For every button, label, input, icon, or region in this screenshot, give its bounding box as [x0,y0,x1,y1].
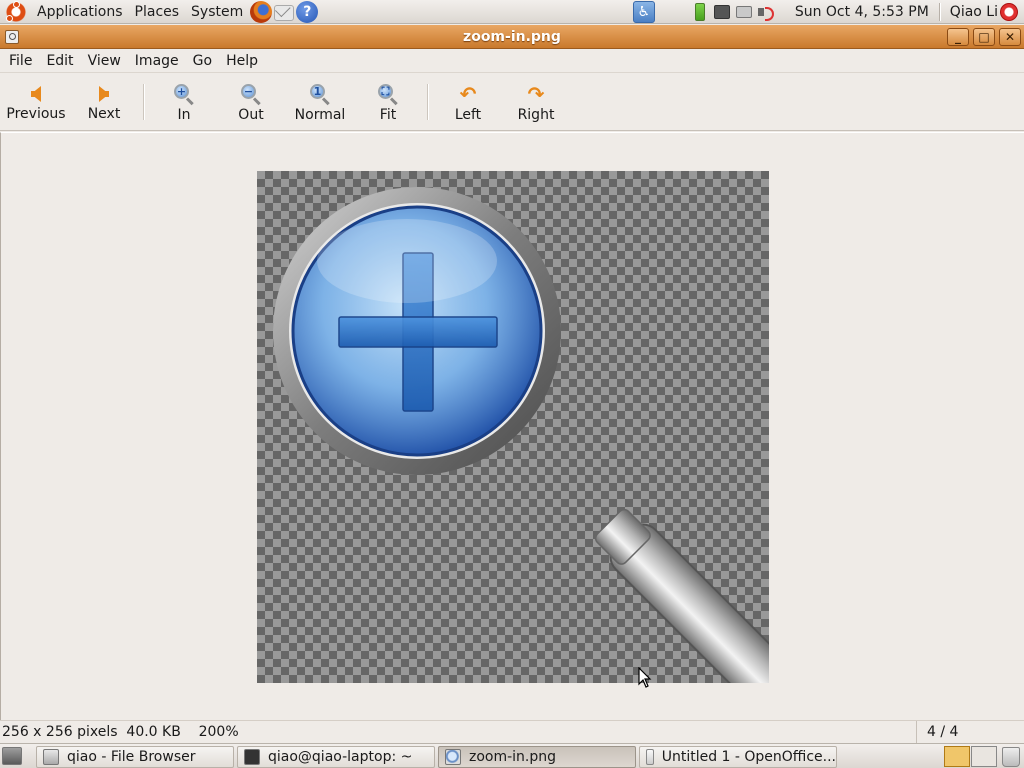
toolbar: Previous Next + In − Out 1 Normal ⛶ Fit … [0,74,1024,131]
rotate-left-icon: ↶ [459,82,477,106]
menu-file[interactable]: File [2,53,39,69]
window-title: zoom-in.png [463,28,561,45]
toolbar-separator [143,84,145,120]
zoom-fit-icon: ⛶ [377,83,399,106]
statusbar: 256 x 256 pixels 40.0 KB 200% 4 / 4 [0,720,1024,743]
firefox-icon[interactable] [250,0,273,23]
task-label: Untitled 1 - OpenOffice... [661,749,836,765]
system-tray: ♿ Sun Oct 4, 5:53 PM Qiao Li [632,0,1024,24]
accessibility-icon[interactable]: ♿ [632,0,655,23]
image-canvas[interactable] [257,171,813,727]
toolbar-separator [427,84,429,120]
next-label: Next [87,106,121,122]
user-name[interactable]: Qiao Li [950,4,998,20]
clock[interactable]: Sun Oct 4, 5:53 PM [795,4,929,20]
ubuntu-logo-icon[interactable] [6,0,26,22]
menu-go[interactable]: Go [186,53,219,69]
battery-icon[interactable] [694,2,705,21]
system-menu[interactable]: System [185,0,249,24]
zoom-in-label: In [177,107,191,123]
zoom-in-button[interactable]: + In [164,78,204,128]
task-label: qiao@qiao-laptop: ~ [268,749,413,765]
image-viewer-icon [445,749,461,765]
task-openoffice[interactable]: Untitled 1 - OpenOffice... [639,746,837,768]
rotate-left-button[interactable]: ↶ Left [448,78,488,128]
rotate-right-button[interactable]: ↷ Right [516,78,556,128]
previous-label: Previous [6,106,66,122]
rotate-left-label: Left [454,107,482,123]
network-icon[interactable] [713,4,730,19]
zoom-normal-label: Normal [294,107,346,123]
mail-icon[interactable] [274,4,295,21]
zoom-in-magnifier-image [273,187,813,727]
page-indicator: 4 / 4 [916,721,1024,743]
menu-view[interactable]: View [81,53,128,69]
volume-icon[interactable] [757,5,774,21]
show-desktop-icon[interactable] [2,747,22,765]
workspace-2[interactable] [971,746,997,767]
terminal-icon [244,749,260,765]
trash-icon[interactable] [1002,747,1020,767]
zoom-fit-label: Fit [379,107,397,123]
mouse-cursor-icon [638,667,652,688]
zoom-out-label: Out [238,107,264,123]
window-menu-icon[interactable] [5,29,19,44]
printer-icon[interactable] [735,5,752,18]
menu-help[interactable]: Help [219,53,265,69]
zoom-out-icon: − [240,83,262,106]
task-label: zoom-in.png [469,749,557,765]
zoom-out-button[interactable]: − Out [231,78,271,128]
next-button[interactable]: Next [84,78,124,128]
previous-button[interactable]: Previous [6,78,66,128]
panel-separator [938,2,941,21]
rotate-right-label: Right [517,107,555,123]
applications-menu[interactable]: Applications [31,0,129,24]
arrow-right-icon [93,84,115,104]
task-terminal[interactable]: qiao@qiao-laptop: ~ [237,746,435,768]
close-button[interactable]: ✕ [999,27,1021,46]
menubar: File Edit View Image Go Help [0,50,1024,73]
task-file-browser[interactable]: qiao - File Browser [36,746,234,768]
workspace-1[interactable] [944,746,970,767]
menu-edit[interactable]: Edit [39,53,80,69]
zoom-normal-icon: 1 [309,83,331,106]
window-titlebar[interactable]: zoom-in.png _ □ ✕ [0,25,1024,49]
power-icon[interactable] [1000,2,1018,21]
places-menu[interactable]: Places [129,0,186,24]
bottom-panel: qiao - File Browser qiao@qiao-laptop: ~ … [0,743,1024,768]
top-panel: Applications Places System ? ♿ Sun Oct 4… [0,0,1024,24]
image-info: 256 x 256 pixels 40.0 KB 200% [2,723,239,740]
rotate-right-icon: ↷ [527,82,545,106]
task-image-viewer[interactable]: zoom-in.png [438,746,636,768]
maximize-button[interactable]: □ [973,27,995,46]
help-icon[interactable]: ? [296,0,319,23]
file-browser-icon [43,749,59,765]
openoffice-icon [646,749,654,765]
zoom-fit-button[interactable]: ⛶ Fit [368,78,408,128]
image-viewport[interactable] [0,132,1024,727]
menu-image[interactable]: Image [128,53,186,69]
zoom-in-icon: + [173,83,195,106]
minimize-button[interactable]: _ [947,27,969,46]
task-label: qiao - File Browser [67,749,196,765]
zoom-normal-button[interactable]: 1 Normal [294,78,346,128]
arrow-left-icon [25,84,47,104]
